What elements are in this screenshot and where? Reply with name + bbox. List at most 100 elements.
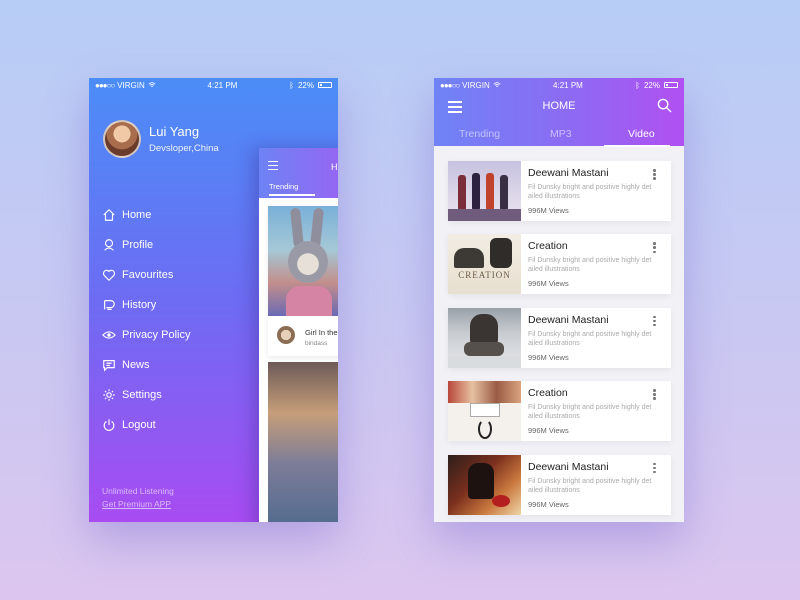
user-subtitle: Devsloper,China	[149, 143, 219, 154]
history-icon	[104, 300, 115, 310]
search-icon[interactable]	[657, 98, 672, 113]
home-phone: ●●●○○ VIRGIN 4:21 PM ᛒ 22% HOME Trending…	[434, 78, 684, 522]
home-icon	[103, 208, 115, 221]
menu-label: Home	[122, 209, 152, 221]
video-title: Deewani Mastani	[528, 167, 609, 179]
menu-item-news[interactable]: News	[102, 350, 190, 380]
video-description: Fil Dunsky bright and positive highly de…	[528, 477, 652, 494]
bunny-image	[268, 206, 338, 316]
chat-icon	[103, 360, 115, 372]
menu-label: Profile	[122, 239, 154, 251]
signal-icon: ●●●○○	[95, 80, 115, 90]
clock: 4:21 PM	[553, 80, 583, 90]
gear-icon	[103, 389, 115, 401]
tab-trending[interactable]: Trending	[459, 128, 500, 140]
promo-text: Unlimited Listening	[102, 486, 174, 496]
drawer-menu: Home Profile Favourites History Privacy …	[102, 200, 190, 440]
video-description: Fil Dunsky bright and positive highly de…	[528, 330, 652, 347]
page-title: HOME	[542, 100, 576, 112]
video-description: Fil Dunsky bright and positive highly de…	[528, 404, 652, 421]
clock: 4:21 PM	[207, 80, 238, 90]
more-options-icon[interactable]	[653, 389, 657, 401]
get-premium-link[interactable]: Get Premium APP	[102, 499, 174, 509]
menu-item-logout[interactable]: Logout	[102, 410, 190, 440]
tab-bar: Trending MP3 Video	[434, 128, 684, 146]
video-thumbnail	[448, 161, 521, 221]
video-views: 996M Views	[528, 279, 569, 289]
tab-trending[interactable]: Trending	[269, 182, 298, 191]
menu-item-history[interactable]: History	[102, 290, 190, 320]
battery-label: 22%	[297, 80, 314, 90]
eye-icon	[102, 331, 116, 339]
active-tab-indicator	[604, 145, 670, 147]
video-views: 996M Views	[528, 426, 569, 436]
heart-icon	[102, 269, 116, 282]
menu-item-settings[interactable]: Settings	[102, 380, 190, 410]
card-avatar	[277, 326, 295, 344]
peek-title: H	[331, 162, 338, 172]
video-title: Creation	[528, 387, 568, 400]
menu-label: Favourites	[122, 269, 174, 281]
video-views: 996M Views	[528, 206, 569, 215]
more-options-icon[interactable]	[653, 242, 657, 254]
user-name: Lui Yang	[149, 124, 200, 139]
wifi-icon	[148, 82, 156, 87]
card-subtitle: bindass	[305, 340, 328, 347]
main-screen-peek[interactable]: H Trending Girl In the bindass	[259, 148, 338, 522]
more-options-icon[interactable]	[653, 169, 657, 181]
video-title: Deewani Mastani	[528, 313, 609, 326]
battery-label: 22%	[643, 80, 660, 90]
menu-label: Privacy Policy	[122, 329, 191, 341]
trending-card-2[interactable]	[268, 362, 338, 522]
video-thumbnail	[448, 307, 521, 368]
video-views: 996M Views	[528, 499, 569, 509]
menu-item-home[interactable]: Home	[102, 200, 190, 230]
tab-indicator	[269, 194, 315, 196]
tab-mp3[interactable]: MP3	[550, 128, 572, 140]
menu-label: History	[122, 299, 157, 311]
battery-icon	[663, 82, 678, 88]
power-icon	[103, 419, 115, 431]
carrier-label: VIRGIN	[117, 80, 145, 90]
hamburger-icon[interactable]	[268, 161, 278, 173]
tab-video[interactable]: Video	[628, 128, 655, 140]
user-profile[interactable]: Lui Yang Devsloper,China	[103, 120, 219, 158]
thumb-caption: CREATION	[458, 270, 511, 281]
battery-icon	[317, 82, 332, 88]
video-title: Deewani Mastani	[528, 460, 609, 473]
app-header: ●●●○○ VIRGIN 4:21 PM ᛒ 22% HOME Trending…	[434, 78, 684, 147]
video-card[interactable]: Deewani Mastani Fil Dunsky bright and po…	[448, 307, 671, 368]
menu-item-privacy-policy[interactable]: Privacy Policy	[102, 320, 190, 350]
profile-icon	[104, 239, 114, 251]
wifi-icon	[493, 82, 501, 87]
video-views: 996M Views	[528, 352, 569, 362]
video-list: Deewani Mastani Fil Dunsky bright and po…	[448, 161, 671, 522]
more-options-icon[interactable]	[653, 315, 657, 328]
video-thumbnail: CREATION	[448, 234, 521, 295]
peek-header: H Trending	[259, 148, 338, 198]
menu-item-profile[interactable]: Profile	[102, 230, 190, 260]
menu-label: Settings	[122, 389, 162, 401]
video-card[interactable]: Deewani Mastani Fil Dunsky bright and po…	[448, 454, 671, 515]
video-card[interactable]: Creation Fil Dunsky bright and positive …	[448, 381, 671, 442]
status-bar: ●●●○○ VIRGIN 4:21 PM ᛒ 22%	[89, 78, 338, 92]
carrier-label: VIRGIN	[462, 80, 490, 90]
bluetooth-icon: ᛒ	[635, 80, 640, 90]
video-title: Creation	[528, 240, 568, 253]
video-thumbnail	[448, 454, 521, 515]
more-options-icon[interactable]	[653, 462, 657, 475]
premium-promo: Unlimited Listening Get Premium APP	[102, 486, 174, 509]
video-card[interactable]: Deewani Mastani Fil Dunsky bright and po…	[448, 161, 671, 221]
avatar[interactable]	[103, 120, 141, 158]
signal-icon: ●●●○○	[440, 80, 460, 90]
trending-card[interactable]: Girl In the bindass	[268, 206, 338, 356]
bluetooth-icon: ᛒ	[289, 80, 294, 90]
menu-label: Logout	[122, 419, 156, 431]
menu-label: News	[122, 359, 150, 371]
video-description: Fil Dunsky bright and positive highly de…	[528, 184, 652, 200]
menu-item-favourites[interactable]: Favourites	[102, 260, 190, 290]
drawer-phone: ●●●○○ VIRGIN 4:21 PM ᛒ 22% Lui Yang Devs…	[89, 78, 338, 522]
video-card[interactable]: CREATION Creation Fil Dunsky bright and …	[448, 234, 671, 295]
card-title: Girl In the	[305, 328, 338, 337]
video-thumbnail	[448, 381, 521, 442]
